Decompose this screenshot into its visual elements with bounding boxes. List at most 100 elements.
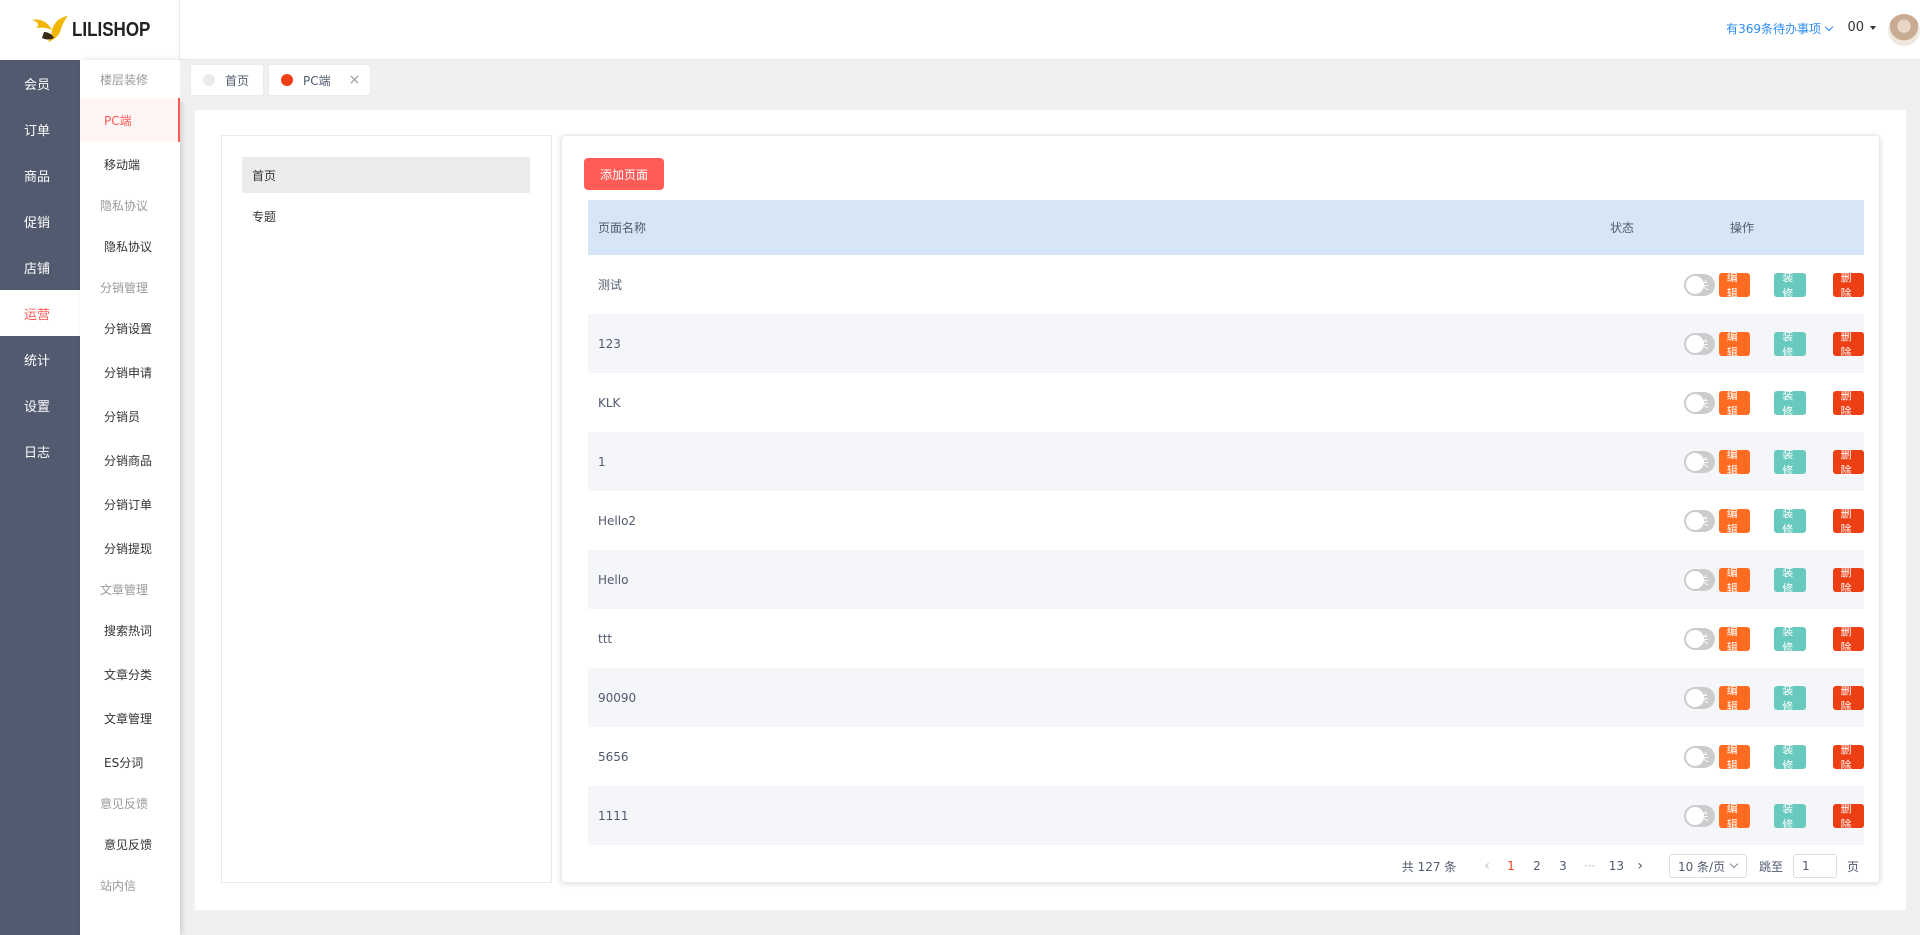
delete-button[interactable]: 删除 — [1832, 566, 1865, 595]
category-item-home[interactable]: 首页 — [242, 157, 530, 193]
status-toggle[interactable]: 关 — [1684, 450, 1715, 473]
delete-button[interactable]: 删除 — [1832, 330, 1865, 359]
page-size-select[interactable]: 10 条/页 — [1668, 854, 1747, 878]
delete-button[interactable]: 删除 — [1832, 507, 1865, 536]
edit-button[interactable]: 编辑 — [1718, 271, 1751, 300]
status-toggle[interactable]: 关 — [1684, 391, 1715, 414]
submenu-item-feedback[interactable]: 意见反馈 — [80, 822, 180, 866]
decorate-button[interactable]: 装修 — [1774, 330, 1806, 359]
delete-button[interactable]: 删除 — [1832, 448, 1865, 477]
user-dropdown[interactable]: 00 — [1847, 20, 1876, 35]
toggle-label: 关 — [1697, 455, 1709, 469]
prev-page-icon[interactable]: ‹ — [1484, 858, 1490, 874]
edit-button[interactable]: 编辑 — [1718, 625, 1751, 654]
avatar[interactable] — [1888, 14, 1920, 46]
category-item-topic[interactable]: 专题 — [242, 198, 530, 234]
submenu-item-article-manage[interactable]: 文章管理 — [80, 696, 180, 740]
decorate-button[interactable]: 装修 — [1774, 507, 1806, 536]
menu-group-title: 楼层装修 — [100, 72, 149, 87]
tab-pc[interactable]: PC端 × — [268, 64, 372, 96]
edit-button[interactable]: 编辑 — [1718, 389, 1751, 418]
edit-button[interactable]: 编辑 — [1718, 802, 1751, 831]
nav-item-settings[interactable]: 设置 — [0, 382, 80, 428]
brand-logo[interactable]: LILISHOP — [0, 0, 180, 60]
edit-button[interactable]: 编辑 — [1718, 507, 1751, 536]
close-icon[interactable]: × — [349, 72, 361, 88]
nav-item-statistics[interactable]: 统计 — [0, 336, 80, 382]
nav-item-promotion[interactable]: 促销 — [0, 198, 80, 244]
delete-button[interactable]: 删除 — [1832, 802, 1865, 831]
submenu-item-mobile[interactable]: 移动端 — [80, 142, 180, 186]
delete-button[interactable]: 删除 — [1832, 271, 1865, 300]
submenu-item-distributor[interactable]: 分销员 — [80, 394, 180, 438]
edit-button[interactable]: 编辑 — [1718, 448, 1751, 477]
decorate-button[interactable]: 装修 — [1774, 389, 1806, 418]
page-3[interactable]: 3 — [1554, 859, 1572, 873]
nav-item-members[interactable]: 会员 — [0, 60, 80, 106]
status-toggle[interactable]: 关 — [1684, 627, 1715, 650]
add-page-button[interactable]: 添加页面 — [584, 158, 664, 190]
delete-button[interactable]: 删除 — [1832, 389, 1865, 418]
pagination: 共 127 条 ‹ 1 2 3 ··· 13 › 10 条/页 跳至 页 — [1402, 854, 1859, 878]
nav-item-store[interactable]: 店铺 — [0, 244, 80, 290]
status-toggle[interactable]: 关 — [1684, 273, 1715, 296]
submenu-item-distribution-withdraw[interactable]: 分销提现 — [80, 526, 180, 570]
submenu-item-distribution-apply[interactable]: 分销申请 — [80, 350, 180, 394]
delete-button[interactable]: 删除 — [1832, 625, 1865, 654]
nav-item-orders[interactable]: 订单 — [0, 106, 80, 152]
status-toggle[interactable]: 关 — [1684, 332, 1715, 355]
decorate-button[interactable]: 装修 — [1774, 625, 1806, 654]
status-toggle[interactable]: 关 — [1684, 686, 1715, 709]
nav-item-operations[interactable]: 运营 — [0, 290, 80, 336]
delete-button[interactable]: 删除 — [1832, 684, 1865, 713]
submenu-item-article-category[interactable]: 文章分类 — [80, 652, 180, 696]
status-toggle[interactable]: 关 — [1684, 568, 1715, 591]
edit-button[interactable]: 编辑 — [1718, 566, 1751, 595]
bird-logo-icon — [32, 16, 68, 42]
decorate-button[interactable]: 装修 — [1774, 802, 1806, 831]
nav-item-goods[interactable]: 商品 — [0, 152, 80, 198]
page-name-cell: 1 — [598, 454, 606, 469]
tab-home[interactable]: 首页 — [190, 64, 265, 96]
submenu-item-es-tokenizer[interactable]: ES分词 — [80, 740, 180, 784]
decorate-button[interactable]: 装修 — [1774, 743, 1806, 772]
decorate-button[interactable]: 装修 — [1774, 566, 1806, 595]
page-ellipsis[interactable]: ··· — [1584, 859, 1595, 873]
page-unit-label: 页 — [1846, 859, 1859, 874]
main-content: 首页 专题 添加页面 页面名称 状态 操作 测试关编辑 装修 删除 123 关编辑 装修删… — [195, 110, 1906, 910]
column-header-ops: 操作 — [1729, 221, 1754, 235]
edit-button[interactable]: 编辑 — [1718, 684, 1751, 713]
page-1[interactable]: 1 — [1502, 859, 1520, 873]
status-toggle[interactable]: 关 — [1684, 509, 1715, 532]
todo-dropdown[interactable]: 有369条待办事项 — [1726, 20, 1834, 37]
status-toggle[interactable]: 关 — [1684, 804, 1715, 827]
page-size-value: 10 条/页 — [1677, 859, 1726, 874]
decorate-button[interactable]: 装修 — [1774, 271, 1806, 300]
submenu-item-distribution-orders[interactable]: 分销订单 — [80, 482, 180, 526]
edit-button[interactable]: 编辑 — [1718, 330, 1751, 359]
delete-button[interactable]: 删除 — [1832, 743, 1865, 772]
page-table: 页面名称 状态 操作 测试关编辑 装修 删除 123 关编辑 装修 删除 KLK 关编辑 装修 删除… — [588, 200, 1865, 845]
page-name-cell: 1111 — [598, 808, 629, 823]
next-page-icon[interactable]: › — [1637, 858, 1643, 874]
tab-dot-icon — [203, 74, 215, 86]
jump-page-input[interactable] — [1792, 854, 1837, 878]
decorate-button[interactable]: 装修 — [1774, 684, 1806, 713]
decorate-button[interactable]: 装修 — [1774, 448, 1806, 477]
nav-item-logs[interactable]: 日志 — [0, 428, 80, 474]
nav-label: 店铺 — [24, 261, 51, 277]
submenu-item-pc[interactable]: PC端 — [80, 98, 180, 142]
edit-button[interactable]: 编辑 — [1718, 743, 1751, 772]
status-toggle[interactable]: 关 — [1684, 745, 1715, 768]
chevron-down-icon — [1729, 859, 1739, 869]
submenu-item-distribution-settings[interactable]: 分销设置 — [80, 306, 180, 350]
user-name: 00 — [1847, 20, 1864, 35]
page-2[interactable]: 2 — [1528, 859, 1546, 873]
toggle-label: 关 — [1697, 573, 1709, 587]
toggle-label: 关 — [1697, 750, 1709, 764]
chevron-down-icon — [1824, 22, 1834, 31]
submenu-item-privacy[interactable]: 隐私协议 — [80, 224, 180, 268]
page-last[interactable]: 13 — [1607, 859, 1625, 873]
submenu-item-distribution-goods[interactable]: 分销商品 — [80, 438, 180, 482]
submenu-item-hot-words[interactable]: 搜索热词 — [80, 608, 180, 652]
